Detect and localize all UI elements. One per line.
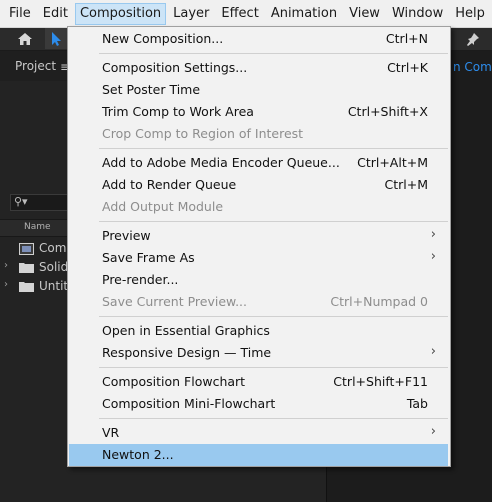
- chevron-right-icon: ›: [430, 344, 436, 359]
- menu-item-set-poster-time[interactable]: Set Poster Time: [70, 79, 448, 101]
- menu-item-composition-mini-flowchart[interactable]: Composition Mini-Flowchart Tab: [70, 393, 448, 415]
- menu-item-shortcut: Ctrl+Shift+F11: [333, 374, 428, 389]
- menu-item-save-current-preview: Save Current Preview... Ctrl+Numpad 0: [70, 291, 448, 313]
- menu-item-shortcut: Ctrl+Numpad 0: [330, 294, 428, 309]
- folder-icon: [19, 281, 34, 295]
- home-icon[interactable]: [14, 28, 36, 49]
- menu-separator: [99, 367, 448, 368]
- menu-item-add-output-module: Add Output Module: [70, 196, 448, 218]
- menu-item-label: Add Output Module: [102, 199, 224, 214]
- menu-item-label: Trim Comp to Work Area: [102, 104, 254, 119]
- menu-animation[interactable]: Animation: [266, 3, 342, 25]
- menu-item-new-composition[interactable]: New Composition... Ctrl+N: [70, 28, 448, 50]
- menu-separator: [99, 53, 448, 54]
- menu-edit[interactable]: Edit: [38, 3, 73, 25]
- menu-separator: [99, 221, 448, 222]
- menu-item-label: Save Current Preview...: [102, 294, 248, 309]
- chevron-right-icon[interactable]: ›: [4, 260, 8, 271]
- menu-item-label: Open in Essential Graphics: [102, 323, 270, 338]
- menu-item-open-in-essential-graphics[interactable]: Open in Essential Graphics: [70, 320, 448, 342]
- menu-item-label: Pre-render...: [102, 272, 179, 287]
- menu-item-shortcut: Ctrl+Alt+M: [357, 155, 428, 170]
- chevron-right-icon: ›: [430, 227, 436, 242]
- menu-item-label: Crop Comp to Region of Interest: [102, 126, 304, 141]
- menu-item-label: Composition Mini-Flowchart: [102, 396, 276, 411]
- menu-effect[interactable]: Effect: [216, 3, 263, 25]
- chevron-right-icon: ›: [430, 424, 436, 439]
- menu-item-vr[interactable]: VR ›: [70, 422, 448, 444]
- menu-item-label: Add to Adobe Media Encoder Queue...: [102, 155, 340, 170]
- menu-item-composition-settings[interactable]: Composition Settings... Ctrl+K: [70, 57, 448, 79]
- menu-item-label: Save Frame As: [102, 250, 195, 265]
- chevron-right-icon: ›: [430, 249, 436, 264]
- menu-item-composition-flowchart[interactable]: Composition Flowchart Ctrl+Shift+F11: [70, 371, 448, 393]
- menu-item-label: VR: [102, 425, 120, 440]
- menu-separator: [99, 316, 448, 317]
- menu-view[interactable]: View: [344, 3, 385, 25]
- menu-item-save-frame-as[interactable]: Save Frame As ›: [70, 247, 448, 269]
- menu-file[interactable]: File: [4, 3, 36, 25]
- menu-bar: File Edit Composition Layer Effect Anima…: [0, 0, 492, 28]
- menu-item-pre-render[interactable]: Pre-render...: [70, 269, 448, 291]
- tab-composition[interactable]: n Comp 1: [453, 60, 492, 74]
- column-name-label[interactable]: Name: [24, 222, 51, 232]
- project-row-label: Solid: [39, 260, 69, 274]
- menu-item-label: Composition Flowchart: [102, 374, 246, 389]
- menu-separator: [99, 418, 448, 419]
- menu-item-crop-comp: Crop Comp to Region of Interest: [70, 123, 448, 145]
- menu-separator: [99, 148, 448, 149]
- menu-item-responsive-design-time[interactable]: Responsive Design — Time ›: [70, 342, 448, 364]
- menu-item-shortcut: Ctrl+N: [385, 31, 428, 46]
- menu-item-trim-comp[interactable]: Trim Comp to Work Area Ctrl+Shift+X: [70, 101, 448, 123]
- menu-item-add-to-render-queue[interactable]: Add to Render Queue Ctrl+M: [70, 174, 448, 196]
- menu-item-shortcut: Ctrl+M: [384, 177, 429, 192]
- menu-item-label: Preview: [102, 228, 151, 243]
- selection-tool-icon[interactable]: [45, 28, 67, 49]
- menu-item-label: Composition Settings...: [102, 60, 248, 75]
- menu-help[interactable]: Help: [450, 3, 490, 25]
- tab-project[interactable]: Project: [15, 59, 56, 73]
- menu-item-newton-2[interactable]: Newton 2...: [69, 444, 448, 466]
- menu-composition[interactable]: Composition: [74, 2, 167, 25]
- chevron-right-icon[interactable]: ›: [4, 279, 8, 290]
- menu-item-preview[interactable]: Preview ›: [70, 225, 448, 247]
- menu-item-label: Set Poster Time: [102, 82, 201, 97]
- menu-item-shortcut: Ctrl+Shift+X: [347, 104, 428, 119]
- menu-item-label: Newton 2...: [102, 447, 174, 462]
- composition-icon: [19, 243, 34, 258]
- pin-icon[interactable]: [462, 28, 484, 49]
- composition-menu-dropdown: New Composition... Ctrl+N Composition Se…: [67, 26, 451, 467]
- menu-item-add-to-media-encoder[interactable]: Add to Adobe Media Encoder Queue... Ctrl…: [70, 152, 448, 174]
- menu-item-label: Add to Render Queue: [102, 177, 237, 192]
- menu-item-label: Responsive Design — Time: [102, 345, 272, 360]
- menu-layer[interactable]: Layer: [168, 3, 214, 25]
- folder-icon: [19, 262, 34, 276]
- search-icon: ⚲▾: [14, 195, 28, 208]
- menu-item-shortcut: Ctrl+K: [387, 60, 428, 75]
- menu-item-shortcut: Tab: [406, 396, 428, 411]
- menu-window[interactable]: Window: [387, 3, 448, 25]
- menu-item-label: New Composition...: [102, 31, 224, 46]
